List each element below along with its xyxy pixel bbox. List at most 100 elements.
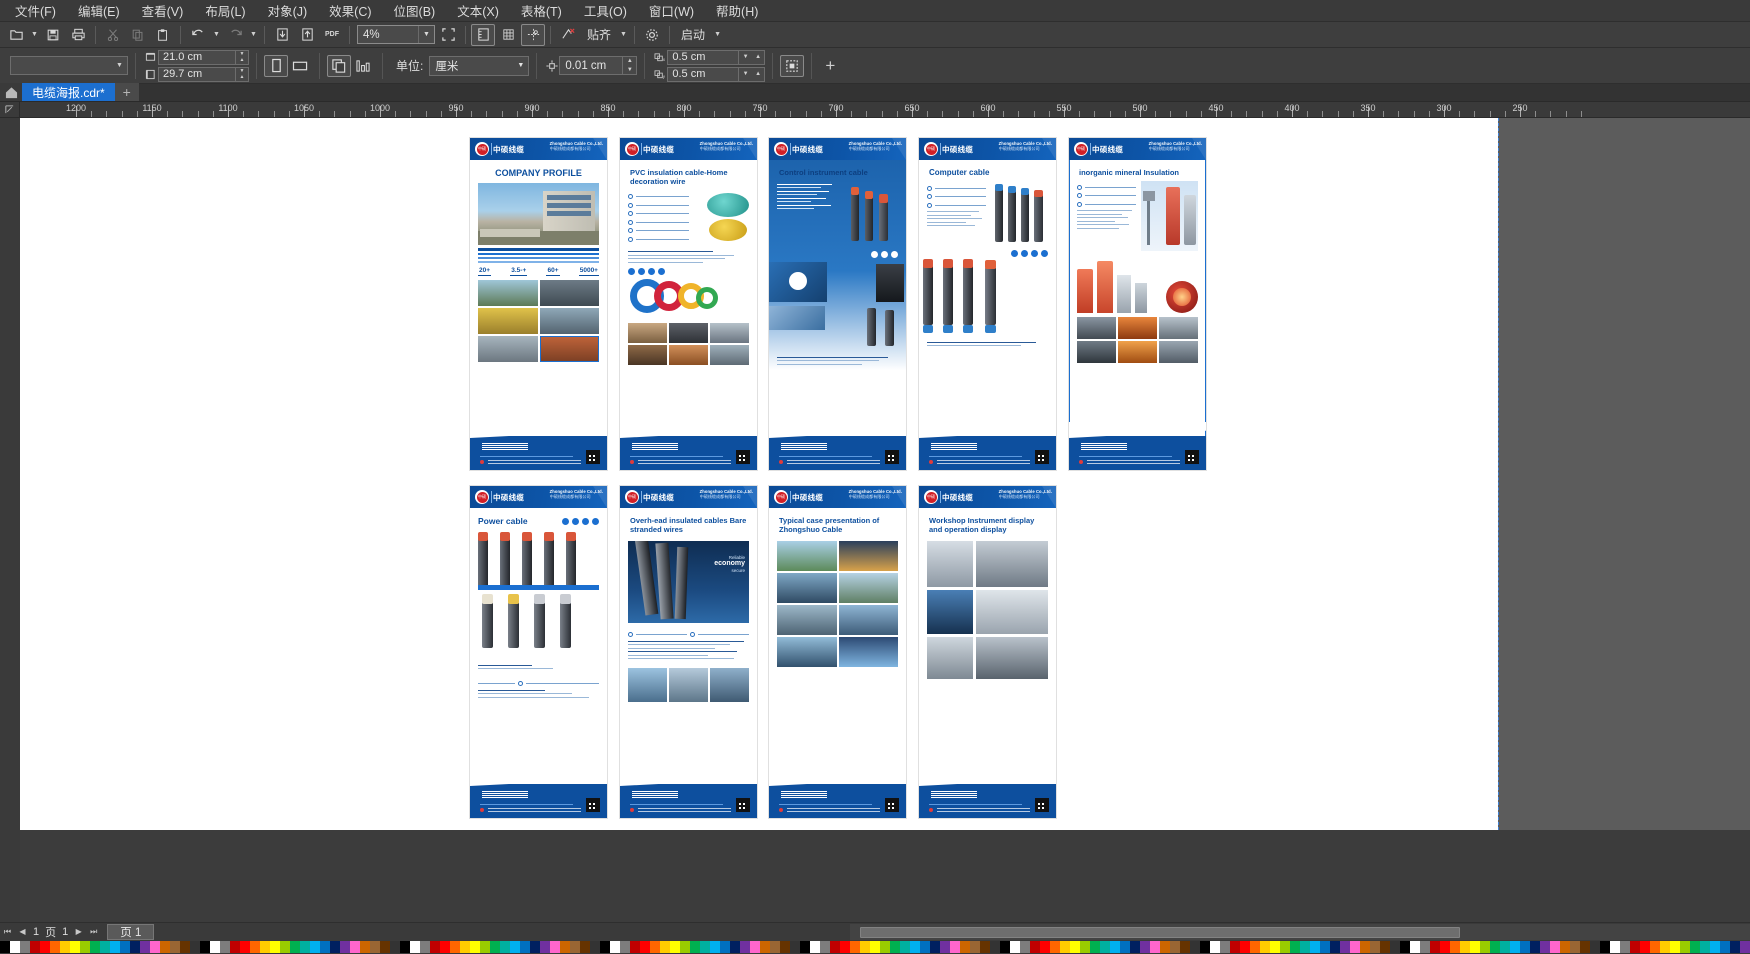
treat-as-filled-button[interactable]: [780, 55, 804, 77]
photo-thumb[interactable]: [1118, 341, 1157, 363]
palette-swatch[interactable]: [430, 941, 440, 953]
palette-swatch[interactable]: [1440, 941, 1450, 953]
palette-swatch[interactable]: [1740, 941, 1750, 953]
palette-swatch[interactable]: [50, 941, 60, 953]
photo-thumb[interactable]: [927, 541, 973, 587]
poster-typical-case[interactable]: 中硕 中硕线缆 Zhongshuo Cable Co.,Ltd. 中硕线缆成都有…: [769, 486, 906, 818]
menu-text[interactable]: 文本(X): [446, 0, 510, 22]
palette-swatch[interactable]: [920, 941, 930, 953]
print-icon[interactable]: [66, 24, 90, 46]
palette-swatch[interactable]: [720, 941, 730, 953]
palette-swatch[interactable]: [500, 941, 510, 953]
palette-swatch[interactable]: [1120, 941, 1130, 953]
palette-swatch[interactable]: [210, 941, 220, 953]
palette-swatch[interactable]: [830, 941, 840, 953]
palette-swatch[interactable]: [190, 941, 200, 953]
new-document-dropdown-icon[interactable]: ▼: [29, 24, 40, 46]
photo-thumb[interactable]: [976, 541, 1048, 587]
palette-swatch[interactable]: [360, 941, 370, 953]
palette-swatch[interactable]: [1480, 941, 1490, 953]
palette-swatch[interactable]: [1110, 941, 1120, 953]
palette-swatch[interactable]: [180, 941, 190, 953]
palette-swatch[interactable]: [620, 941, 630, 953]
palette-swatch[interactable]: [1180, 941, 1190, 953]
launcher-dropdown-icon[interactable]: ▼: [712, 24, 723, 46]
palette-swatch[interactable]: [1190, 941, 1200, 953]
page-width-input[interactable]: [158, 50, 236, 65]
menu-layout[interactable]: 布局(L): [194, 0, 256, 22]
add-page-button[interactable]: +: [819, 55, 841, 77]
ruler-corner-button[interactable]: [0, 102, 20, 118]
palette-swatch[interactable]: [330, 941, 340, 953]
palette-swatch[interactable]: [390, 941, 400, 953]
photo-thumb[interactable]: [927, 590, 973, 634]
poster-power-cable[interactable]: 中硕 中硕线缆 Zhongshuo Cable Co.,Ltd. 中硕线缆成都有…: [470, 486, 607, 818]
palette-swatch[interactable]: [1390, 941, 1400, 953]
menu-file[interactable]: 文件(F): [4, 0, 67, 22]
import-icon[interactable]: [270, 24, 294, 46]
portrait-orientation-button[interactable]: [264, 55, 288, 77]
cut-icon[interactable]: [101, 24, 125, 46]
document-tab[interactable]: 电缆海报.cdr*: [22, 83, 115, 101]
photo-thumb[interactable]: [777, 637, 837, 667]
palette-swatch[interactable]: [200, 941, 210, 953]
palette-swatch[interactable]: [1510, 941, 1520, 953]
duplicate-x-spinner[interactable]: ▼▲: [739, 50, 765, 65]
save-icon[interactable]: [41, 24, 65, 46]
palette-swatch[interactable]: [1220, 941, 1230, 953]
palette-swatch[interactable]: [90, 941, 100, 953]
redo-icon[interactable]: [223, 24, 247, 46]
palette-swatch[interactable]: [120, 941, 130, 953]
palette-swatch[interactable]: [40, 941, 50, 953]
menu-view[interactable]: 查看(V): [131, 0, 195, 22]
color-palette[interactable]: [0, 941, 1750, 953]
photo-thumb[interactable]: [777, 541, 837, 571]
palette-swatch[interactable]: [1630, 941, 1640, 953]
poster-company-profile[interactable]: 中硕 中硕线缆 Zhongshuo Cable Co.,Ltd. 中硕线缆成都有…: [470, 138, 607, 470]
palette-swatch[interactable]: [1420, 941, 1430, 953]
poster-pvc-insulation[interactable]: 中硕 中硕线缆 Zhongshuo Cable Co.,Ltd. 中硕线缆成都有…: [620, 138, 757, 470]
photo-thumb[interactable]: [478, 308, 538, 334]
photo-thumb[interactable]: [839, 541, 899, 571]
palette-swatch[interactable]: [510, 941, 520, 953]
page-tab-1[interactable]: 页 1: [107, 924, 154, 940]
poster-inorganic-mineral[interactable]: 中硕 中硕线缆 Zhongshuo Cable Co.,Ltd. 中硕线缆成都有…: [1069, 138, 1206, 470]
palette-swatch[interactable]: [1020, 941, 1030, 953]
palette-swatch[interactable]: [30, 941, 40, 953]
palette-swatch[interactable]: [1210, 941, 1220, 953]
palette-swatch[interactable]: [960, 941, 970, 953]
palette-swatch[interactable]: [1640, 941, 1650, 953]
units-combo[interactable]: 厘米 ▼: [429, 56, 529, 76]
palette-swatch[interactable]: [60, 941, 70, 953]
palette-swatch[interactable]: [560, 941, 570, 953]
menu-effects[interactable]: 效果(C): [318, 0, 382, 22]
palette-swatch[interactable]: [370, 941, 380, 953]
photo-thumb[interactable]: [710, 345, 749, 365]
chevron-down-icon[interactable]: ▼: [418, 26, 434, 43]
photo-thumb[interactable]: [777, 573, 837, 603]
duplicate-x-input[interactable]: [667, 50, 739, 65]
photo-thumb[interactable]: [1077, 317, 1116, 339]
palette-swatch[interactable]: [910, 941, 920, 953]
palette-swatch[interactable]: [150, 941, 160, 953]
palette-swatch[interactable]: [1500, 941, 1510, 953]
horizontal-ruler[interactable]: 1200115011001050100095090085080075070065…: [20, 102, 1750, 118]
menu-bitmap[interactable]: 位图(B): [383, 0, 447, 22]
show-rulers-icon[interactable]: [471, 24, 495, 46]
palette-swatch[interactable]: [680, 941, 690, 953]
palette-swatch[interactable]: [400, 941, 410, 953]
palette-swatch[interactable]: [800, 941, 810, 953]
page-height-spinner[interactable]: ▼▲: [236, 67, 249, 82]
palette-swatch[interactable]: [250, 941, 260, 953]
palette-swatch[interactable]: [850, 941, 860, 953]
palette-swatch[interactable]: [1350, 941, 1360, 953]
palette-swatch[interactable]: [130, 941, 140, 953]
palette-swatch[interactable]: [660, 941, 670, 953]
copy-icon[interactable]: [126, 24, 150, 46]
palette-swatch[interactable]: [1670, 941, 1680, 953]
palette-swatch[interactable]: [490, 941, 500, 953]
toolbox[interactable]: [0, 118, 20, 922]
all-pages-button[interactable]: [327, 55, 351, 77]
palette-swatch[interactable]: [420, 941, 430, 953]
palette-swatch[interactable]: [1040, 941, 1050, 953]
